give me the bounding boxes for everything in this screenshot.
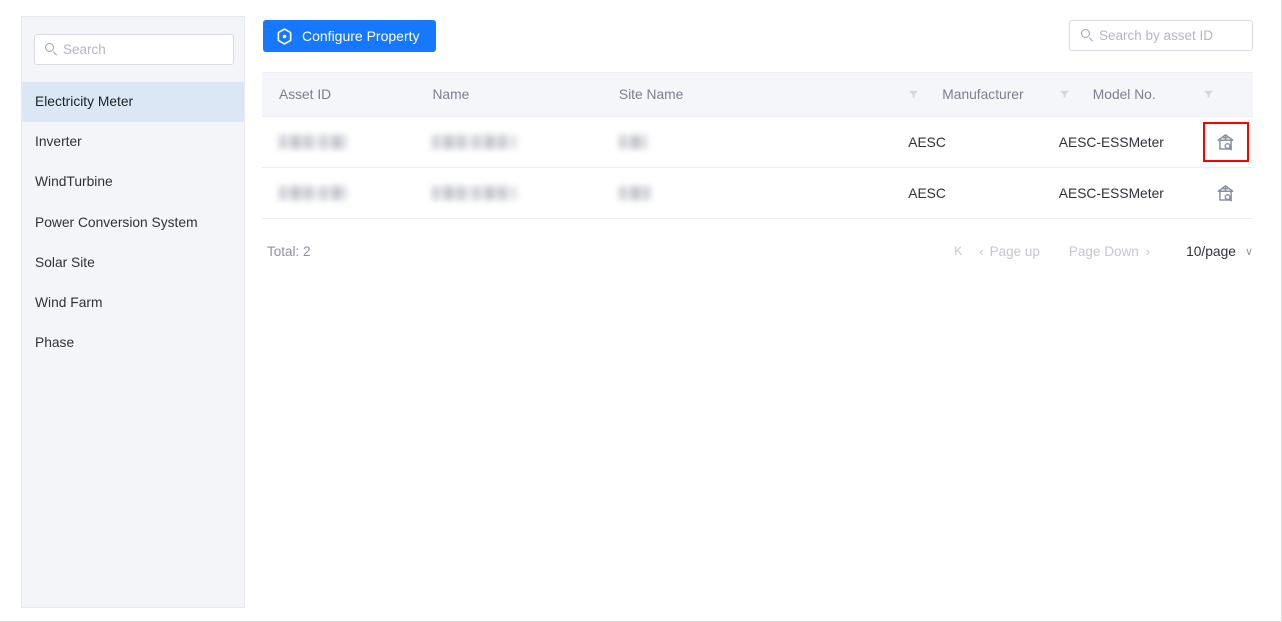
- sidebar-item-label: Phase: [35, 335, 75, 351]
- cell-action: [1202, 122, 1254, 162]
- sidebar-item-label: Power Conversion System: [35, 214, 198, 230]
- sidebar: Electricity Meter Inverter WindTurbine P…: [21, 16, 245, 608]
- cell-manufacturer: AESC: [908, 186, 1059, 201]
- redacted-value: [618, 186, 650, 200]
- sidebar-search-field[interactable]: [34, 34, 234, 65]
- table-footer: Total: 2 K ‹ Page up Page Down › 10/page…: [262, 228, 1253, 274]
- cell-value: AESC-ESSMeter: [1058, 134, 1164, 150]
- sidebar-item-power-conversion-system[interactable]: Power Conversion System: [22, 203, 244, 243]
- main-content: Configure Property Asset ID Name Site Na…: [245, 0, 1282, 622]
- chevron-down-icon: ∨: [1244, 245, 1253, 258]
- cell-name: [432, 135, 618, 149]
- column-header-manufacturer[interactable]: Manufacturer: [908, 87, 1059, 102]
- asset-search-field[interactable]: [1069, 20, 1253, 51]
- sidebar-category-list: Electricity Meter Inverter WindTurbine P…: [22, 82, 244, 363]
- search-input[interactable]: [63, 42, 223, 57]
- cell-value: AESC: [908, 185, 946, 201]
- action-box: [1203, 173, 1249, 213]
- column-header-name[interactable]: Name: [432, 87, 618, 102]
- sidebar-item-label: Inverter: [35, 134, 82, 150]
- configure-property-label: Configure Property: [302, 28, 420, 44]
- column-header-label: Name: [432, 87, 470, 102]
- sidebar-item-phase[interactable]: Phase: [22, 323, 244, 363]
- cell-action: [1203, 173, 1254, 213]
- app-window: Electricity Meter Inverter WindTurbine P…: [0, 0, 1282, 622]
- cell-asset-id: [262, 186, 432, 200]
- table-row[interactable]: AESC AESC-ESSMeter: [262, 168, 1253, 219]
- sidebar-item-label: Solar Site: [35, 254, 95, 270]
- page-size-selector[interactable]: 10/page ∨: [1186, 244, 1253, 259]
- column-header-asset-id[interactable]: Asset ID: [262, 87, 432, 102]
- total-count-label: Total: 2: [267, 243, 311, 259]
- table-header-row: Asset ID Name Site Name Manufacturer Mod…: [262, 72, 1253, 117]
- page-size-label: 10/page: [1186, 243, 1236, 259]
- column-header-label: Manufacturer: [942, 87, 1024, 102]
- sidebar-item-label: Wind Farm: [35, 294, 103, 310]
- cell-site-name: [618, 135, 908, 149]
- action-highlight-box: [1202, 122, 1249, 162]
- page-down-button[interactable]: Page Down: [1069, 244, 1139, 259]
- redacted-value: [432, 186, 517, 200]
- asset-search-input[interactable]: [1099, 28, 1249, 43]
- cell-model-no: AESC-ESSMeter: [1059, 186, 1203, 201]
- column-header-label: Site Name: [618, 87, 684, 102]
- filter-icon[interactable]: [1059, 89, 1070, 100]
- search-icon: [1081, 29, 1094, 42]
- asset-table: Asset ID Name Site Name Manufacturer Mod…: [262, 72, 1253, 219]
- redacted-value: [279, 186, 347, 200]
- cell-name: [432, 186, 618, 200]
- sidebar-item-label: WindTurbine: [35, 174, 113, 190]
- cell-manufacturer: AESC: [908, 135, 1059, 150]
- asset-view-icon[interactable]: [1215, 183, 1236, 204]
- column-header-label: Model No.: [1092, 87, 1156, 102]
- sidebar-item-windturbine[interactable]: WindTurbine: [22, 162, 244, 202]
- filter-icon[interactable]: [1203, 89, 1214, 100]
- column-header-action[interactable]: [1203, 89, 1254, 100]
- sidebar-item-label: Electricity Meter: [35, 94, 134, 109]
- sidebar-item-solar-site[interactable]: Solar Site: [22, 243, 244, 283]
- settings-hexagon-icon: [277, 27, 292, 45]
- cell-asset-id: [262, 135, 432, 149]
- asset-view-icon[interactable]: [1215, 132, 1236, 153]
- cell-value: AESC: [908, 134, 946, 150]
- redacted-value: [618, 135, 647, 149]
- cell-model-no: AESC-ESSMeter: [1059, 135, 1203, 150]
- filter-icon[interactable]: [908, 89, 919, 100]
- redacted-value: [279, 135, 347, 149]
- redacted-value: [432, 135, 517, 149]
- column-header-model-no[interactable]: Model No.: [1059, 87, 1203, 102]
- column-header-site-name[interactable]: Site Name: [619, 87, 908, 102]
- sidebar-item-wind-farm[interactable]: Wind Farm: [22, 283, 244, 323]
- sidebar-item-inverter[interactable]: Inverter: [22, 122, 244, 162]
- table-row[interactable]: AESC AESC-ESSMeter: [262, 117, 1253, 168]
- first-page-button[interactable]: K: [954, 244, 962, 258]
- next-page-arrow-icon[interactable]: ›: [1146, 244, 1150, 259]
- search-icon: [45, 43, 58, 56]
- configure-property-button[interactable]: Configure Property: [263, 20, 436, 52]
- prev-page-arrow-icon[interactable]: ‹: [979, 244, 983, 259]
- sidebar-item-electricity-meter[interactable]: Electricity Meter: [22, 82, 244, 123]
- pagination: K ‹ Page up Page Down › 10/page ∨: [954, 228, 1253, 274]
- page-up-button[interactable]: Page up: [990, 244, 1040, 259]
- cell-site-name: [618, 186, 908, 200]
- column-header-label: Asset ID: [279, 87, 332, 102]
- cell-value: AESC-ESSMeter: [1058, 185, 1164, 201]
